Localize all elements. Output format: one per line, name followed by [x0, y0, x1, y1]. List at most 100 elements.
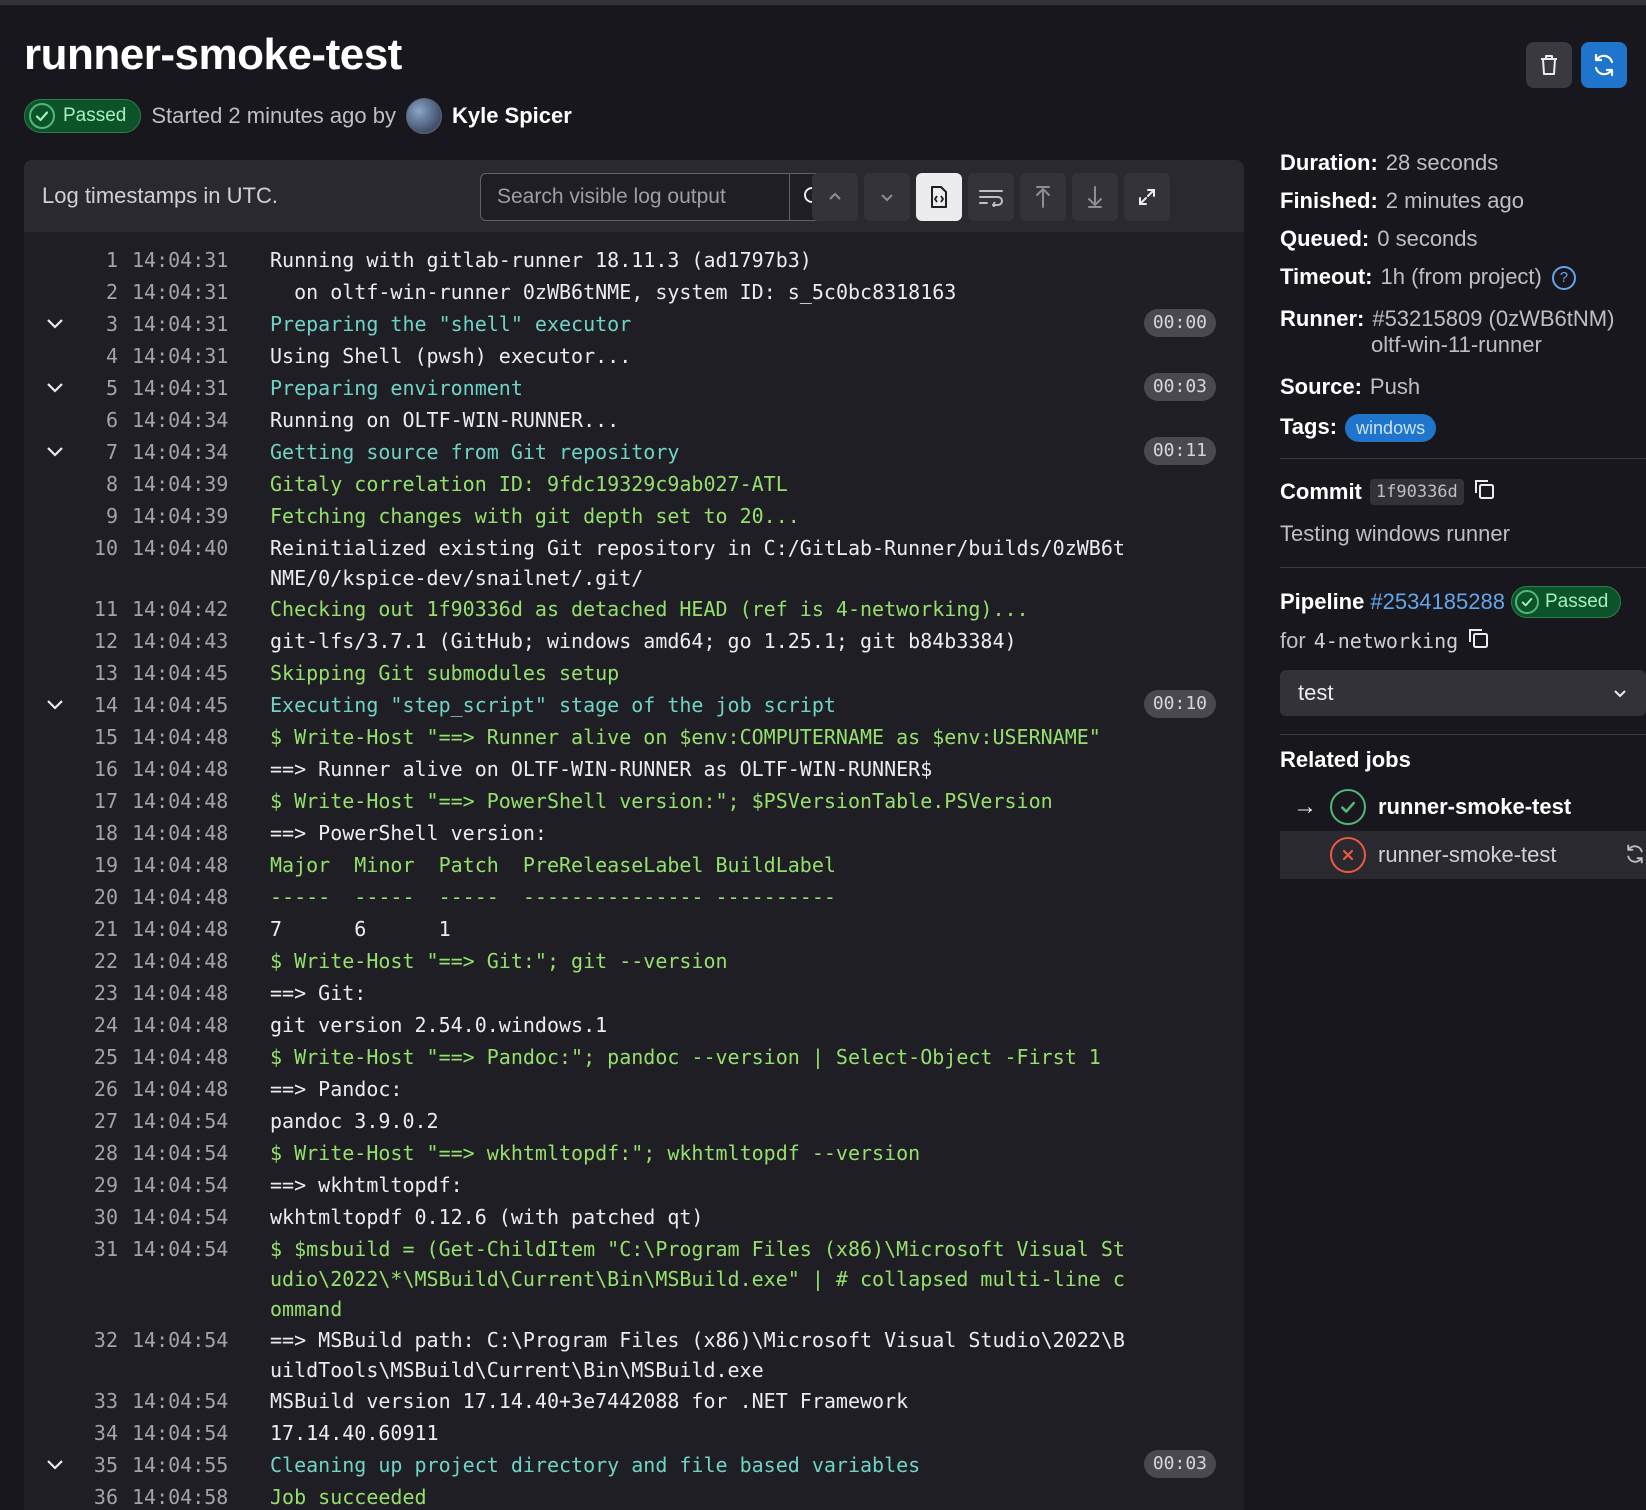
maximize-icon [1139, 189, 1155, 205]
trash-icon [1541, 55, 1557, 75]
line-number[interactable]: 10 [24, 533, 118, 593]
line-number[interactable]: 7 [24, 437, 118, 468]
log-section-header[interactable]: 5 14:04:31 Preparing environment 00:03 [24, 372, 1244, 404]
chevron-down-icon[interactable] [40, 436, 70, 468]
commit-message[interactable]: Testing windows runner [1280, 521, 1646, 547]
line-number[interactable]: 33 [24, 1386, 118, 1417]
copy-icon [1469, 629, 1489, 649]
stage-dropdown[interactable]: test [1280, 670, 1646, 717]
log-line: 30 14:04:54 wkhtmltopdf 0.12.6 (with patch… [24, 1201, 1244, 1233]
related-jobs-title: Related jobs [1280, 747, 1411, 773]
log-line: 26 14:04:48 ==> Pandoc: [24, 1073, 1244, 1105]
line-number[interactable]: 28 [24, 1138, 118, 1169]
log-line: 6 14:04:34 Running on OLTF-WIN-RUNNER... [24, 404, 1244, 436]
line-text: Preparing environment [270, 376, 523, 400]
line-text: Executing "step_script" stage of the job… [270, 693, 836, 717]
chevron-down-icon[interactable] [40, 308, 70, 340]
fullscreen-button[interactable] [1124, 173, 1170, 221]
line-number[interactable]: 27 [24, 1106, 118, 1137]
line-number[interactable]: 20 [24, 882, 118, 913]
log-section-header[interactable]: 14 14:04:45 Executing "step_script" stage … [24, 689, 1244, 721]
line-number[interactable]: 19 [24, 850, 118, 881]
log-section-header[interactable]: 35 14:04:55 Cleaning up project directory … [24, 1449, 1244, 1481]
line-number[interactable]: 23 [24, 978, 118, 1009]
line-number[interactable]: 13 [24, 658, 118, 689]
line-timestamp: 14:04:31 [132, 280, 229, 304]
section-duration-badge: 00:10 [1143, 690, 1216, 718]
line-number[interactable]: 6 [24, 405, 118, 436]
line-number[interactable]: 18 [24, 818, 118, 849]
log-line: 21 14:04:48 7 6 1 [24, 913, 1244, 945]
line-timestamp: 14:04:54 [132, 1205, 229, 1229]
line-number[interactable]: 4 [24, 341, 118, 372]
related-job-failed[interactable]: runner-smoke-test [1280, 831, 1646, 880]
line-number[interactable]: 29 [24, 1170, 118, 1201]
line-number[interactable]: 30 [24, 1202, 118, 1233]
document-code-icon [931, 186, 947, 208]
runner-id-link[interactable]: #53215809 (0zWB6tNM) [1372, 306, 1614, 331]
line-number[interactable]: 32 [24, 1325, 118, 1385]
pipeline-status-badge[interactable]: Passed [1510, 586, 1622, 619]
line-number[interactable]: 34 [24, 1418, 118, 1449]
wrap-lines-button[interactable] [968, 173, 1014, 221]
author-link[interactable]: Kyle Spicer [452, 103, 572, 129]
previous-match-button[interactable] [812, 173, 858, 221]
line-number[interactable]: 21 [24, 914, 118, 945]
line-number[interactable]: 24 [24, 1010, 118, 1041]
delete-button[interactable] [1526, 42, 1572, 88]
line-number[interactable]: 3 [24, 309, 118, 340]
line-timestamp: 14:04:45 [132, 693, 229, 717]
line-timestamp: 14:04:31 [132, 312, 229, 336]
line-text: 7 6 1 [270, 917, 451, 941]
line-number[interactable]: 25 [24, 1042, 118, 1073]
copy-commit-button[interactable] [1472, 477, 1496, 507]
line-number[interactable]: 9 [24, 501, 118, 532]
copy-branch-button[interactable] [1466, 626, 1490, 656]
log-line: 23 14:04:48 ==> Git: [24, 977, 1244, 1009]
log-section-header[interactable]: 3 14:04:31 Preparing the "shell" executor 0… [24, 308, 1244, 340]
related-job-current[interactable]: → runner-smoke-test [1280, 783, 1646, 831]
line-number[interactable]: 22 [24, 946, 118, 977]
chevron-down-icon[interactable] [40, 1449, 70, 1481]
chevron-down-icon[interactable] [40, 372, 70, 404]
line-text: git version 2.54.0.windows.1 [270, 1013, 608, 1037]
log-line: 11 14:04:42 Checking out 1f90336d as detac… [24, 593, 1244, 625]
scroll-top-button[interactable] [1020, 173, 1066, 221]
show-raw-button[interactable] [916, 173, 962, 221]
line-number[interactable]: 2 [24, 277, 118, 308]
line-text: Cleaning up project directory and file b… [270, 1453, 921, 1477]
retry-button[interactable] [1581, 42, 1627, 88]
help-icon[interactable]: ? [1551, 266, 1576, 291]
line-number[interactable]: 36 [24, 1482, 118, 1510]
retry-job-button[interactable] [1624, 843, 1646, 871]
branch-link[interactable]: 4-networking [1314, 629, 1459, 653]
line-number[interactable]: 8 [24, 469, 118, 500]
line-text: Preparing the "shell" executor [270, 312, 632, 336]
section-duration-badge: 00:03 [1143, 373, 1216, 401]
line-number[interactable]: 17 [24, 786, 118, 817]
line-number[interactable]: 16 [24, 754, 118, 785]
source-row: Source: Push [1280, 374, 1646, 400]
line-number[interactable]: 14 [24, 690, 118, 721]
scroll-bottom-button[interactable] [1072, 173, 1118, 221]
avatar[interactable] [405, 98, 442, 134]
line-number[interactable]: 15 [24, 722, 118, 753]
next-match-button[interactable] [864, 173, 910, 221]
line-number[interactable]: 35 [24, 1450, 118, 1481]
log-search-input[interactable] [481, 174, 789, 220]
line-number[interactable]: 31 [24, 1234, 118, 1324]
line-number[interactable]: 5 [24, 373, 118, 404]
line-number[interactable]: 1 [24, 245, 118, 276]
pipeline-link[interactable]: #2534185288 [1370, 589, 1505, 615]
line-number[interactable]: 11 [24, 594, 118, 625]
line-timestamp: 14:04:31 [132, 344, 229, 368]
line-timestamp: 14:04:48 [132, 1045, 229, 1069]
log-section-header[interactable]: 7 14:04:34 Getting source from Git reposit… [24, 436, 1244, 468]
line-timestamp: 14:04:39 [132, 472, 229, 496]
line-number[interactable]: 26 [24, 1074, 118, 1105]
status-badge[interactable]: Passed [24, 99, 142, 133]
line-timestamp: 14:04:48 [132, 981, 229, 1005]
commit-sha-link[interactable]: 1f90336d [1369, 479, 1464, 506]
line-number[interactable]: 12 [24, 626, 118, 657]
chevron-down-icon[interactable] [40, 689, 70, 721]
